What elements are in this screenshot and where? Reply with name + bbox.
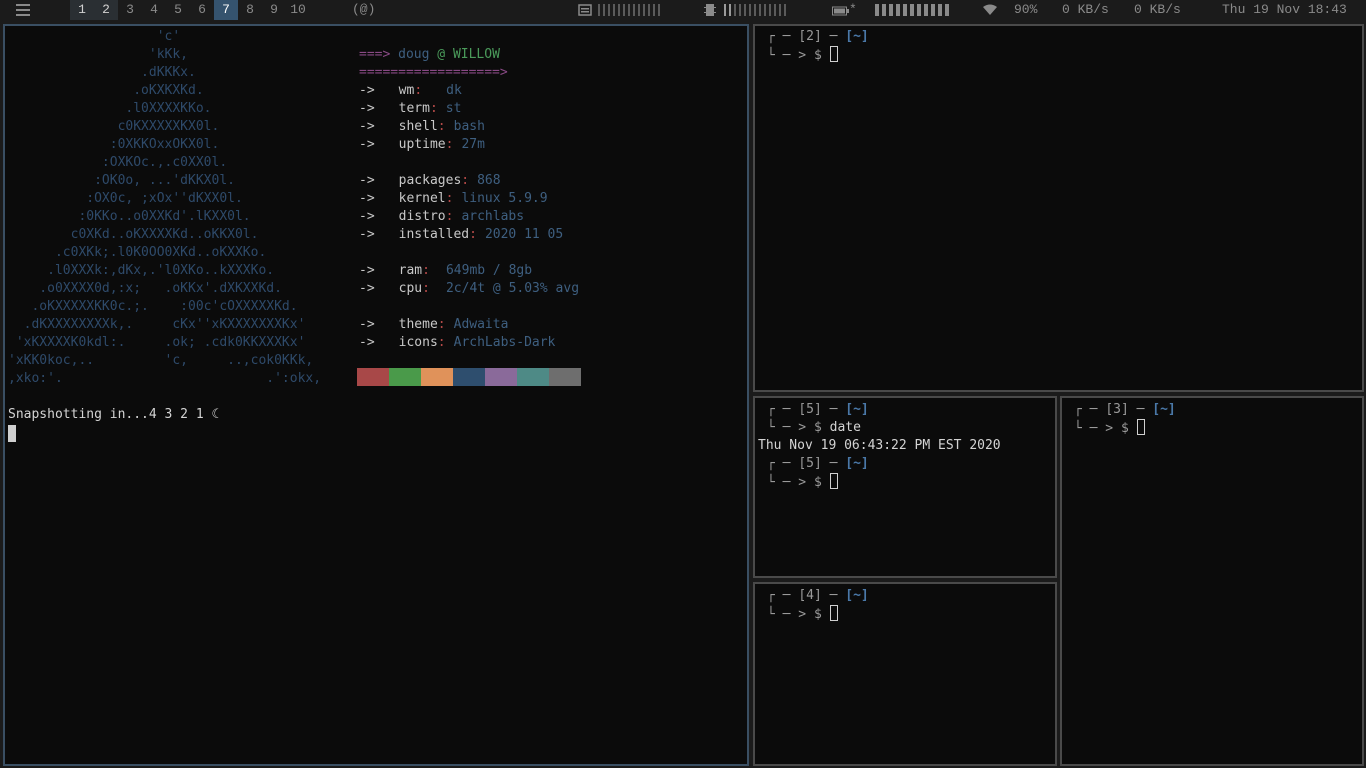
battery-meter	[875, 4, 949, 16]
workspace-7[interactable]: 7	[214, 0, 238, 20]
layout-indicator[interactable]: (@)	[352, 0, 375, 20]
memory-icon	[704, 3, 716, 17]
workspace-8[interactable]: 8	[238, 0, 262, 20]
ascii-logo-line: :OK0o, ...'dKKX0l.	[8, 173, 235, 188]
ascii-logo-line: .c0XKk;.l0K0OO0XKd..oKXXKo.	[8, 245, 267, 260]
workspace-2[interactable]: 2	[94, 0, 118, 20]
text-cursor	[829, 473, 838, 489]
ascii-logo-line: .dKKKx.	[8, 65, 196, 80]
menu-icon[interactable]	[16, 4, 30, 16]
workspace-10[interactable]: 10	[286, 0, 310, 20]
terminal-window-main[interactable]: 'c' 'kKk, .dKKKx. .oKXKXKd. .l0XXXXKKo. …	[3, 24, 749, 766]
text-cursor	[8, 425, 16, 442]
battery-charging-indicator: *	[849, 2, 857, 17]
palette-swatch	[389, 368, 421, 386]
command-output: Thu Nov 19 06:43:22 PM EST 2020	[758, 438, 1001, 453]
ascii-logo-line: .l0XXXk:,dKx,.'l0XKo..kXXXKo.	[8, 263, 275, 278]
info-ram: -> ram: 649mb / 8gb	[359, 263, 533, 278]
terminal-window-3[interactable]: ┌ ─ [3] ─ [~] └ ─ > $	[1060, 396, 1364, 766]
net-down-rate: 0 KB/s	[1062, 2, 1109, 17]
ascii-logo-line: 'c'	[8, 29, 181, 44]
prompt-line: └ ─ > $	[767, 473, 838, 491]
workspace-1[interactable]: 1	[70, 0, 94, 20]
info-term: -> term: st	[359, 101, 462, 116]
prompt-line: └ ─ > $	[1074, 419, 1145, 437]
color-palette	[357, 368, 581, 386]
prompt-header: ┌ ─ [2] ─ [~]	[767, 29, 869, 44]
ascii-logo-line: 'kKk,	[8, 47, 189, 62]
snapshot-countdown: Snapshotting in...4 3 2 1 ☾	[8, 407, 220, 422]
neofetch-header: ===> doug @ WILLOW	[359, 47, 500, 62]
palette-swatch	[357, 368, 389, 386]
info-shell: -> shell: bash	[359, 119, 485, 134]
ascii-logo-line: c0KXXXXXKX0l.	[8, 119, 220, 134]
text-cursor	[829, 605, 838, 621]
ascii-logo-line: .dKXXXXXXXXk,. cKx''xKXXXXXXXKx'	[8, 317, 306, 332]
terminal-window-4[interactable]: ┌ ─ [4] ─ [~] └ ─ > $	[753, 582, 1057, 766]
prompt-header: ┌ ─ [4] ─ [~]	[767, 588, 869, 603]
memory-meter	[724, 4, 786, 16]
workspace-9[interactable]: 9	[262, 0, 286, 20]
ascii-logo-line: ,xko:'. .':okx,	[8, 371, 322, 386]
info-wm: -> wm: dk	[359, 83, 462, 98]
prompt-header: ┌ ─ [5] ─ [~]	[767, 456, 869, 471]
info-packages: -> packages: 868	[359, 173, 501, 188]
cpu-meter	[598, 4, 660, 16]
ascii-logo-line: :OX0c, ;xOx''dKXX0l.	[8, 191, 243, 206]
clock[interactable]: Thu 19 Nov 18:43	[1222, 0, 1347, 20]
prompt-header: ┌ ─ [3] ─ [~]	[1074, 402, 1176, 417]
ascii-logo-line: .oKXXXXXKK0c.;. :00c'cOXXXXXKd.	[8, 299, 298, 314]
palette-swatch	[517, 368, 549, 386]
terminal-window-5[interactable]: ┌ ─ [5] ─ [~] └ ─ > $ date Thu Nov 19 06…	[753, 396, 1057, 578]
info-theme: -> theme: Adwaita	[359, 317, 509, 332]
ascii-logo-line: .l0XXXXKKo.	[8, 101, 212, 116]
info-installed: -> installed: 2020 11 05	[359, 227, 564, 242]
ascii-logo-line: .o0XXXX0d,:x; .oKKx'.dXKXXKd.	[8, 281, 282, 296]
cpu-icon	[578, 3, 592, 17]
prompt-header: ┌ ─ [5] ─ [~]	[767, 402, 869, 417]
workspace-4[interactable]: 4	[142, 0, 166, 20]
info-uptime: -> uptime: 27m	[359, 137, 485, 152]
ascii-logo-line: .oKXKXKd.	[8, 83, 204, 98]
ascii-logo-line: :0XKKOxxOKX0l.	[8, 137, 220, 152]
ascii-logo-line: 'xKK0koc,.. 'c, ..,cok0KKk,	[8, 353, 314, 368]
wifi-strength: 90%	[1014, 2, 1038, 17]
prompt-line: └ ─ > $	[767, 605, 838, 623]
neofetch-separator: ==================>	[359, 65, 508, 80]
text-cursor	[829, 46, 838, 62]
palette-swatch	[421, 368, 453, 386]
palette-swatch	[549, 368, 581, 386]
status-bar: 1 2 3 4 5 6 7 8 9 10 (@) * 90% 0 KB/s 0 KB/s Thu …	[0, 0, 1366, 20]
battery-icon	[832, 4, 850, 16]
prompt-line: └ ─ > $	[767, 46, 838, 64]
prompt-line: └ ─ > $ date	[767, 420, 861, 435]
ascii-logo-line: :0KKo..o0XXKd'.lKXX0l.	[8, 209, 251, 224]
info-icons: -> icons: ArchLabs-Dark	[359, 335, 556, 350]
ascii-logo-line: c0XKd..oKXXXXKd..oKKX0l.	[8, 227, 259, 242]
palette-swatch	[453, 368, 485, 386]
palette-swatch	[485, 368, 517, 386]
workspace-3[interactable]: 3	[118, 0, 142, 20]
ascii-logo-line: 'xKXXXXK0kdl:. .ok; .cdk0KKXXXKx'	[8, 335, 306, 350]
net-up-rate: 0 KB/s	[1134, 2, 1181, 17]
info-distro: -> distro: archlabs	[359, 209, 525, 224]
terminal-window-2[interactable]: ┌ ─ [2] ─ [~] └ ─ > $	[753, 24, 1364, 392]
wifi-icon	[982, 3, 998, 17]
workspace-6[interactable]: 6	[190, 0, 214, 20]
info-cpu: -> cpu: 2c/4t @ 5.03% avg	[359, 281, 580, 296]
text-cursor	[1136, 419, 1145, 435]
workspace-5[interactable]: 5	[166, 0, 190, 20]
info-kernel: -> kernel: linux 5.9.9	[359, 191, 548, 206]
ascii-logo-line: :OXKOc.,.c0XX0l.	[8, 155, 228, 170]
